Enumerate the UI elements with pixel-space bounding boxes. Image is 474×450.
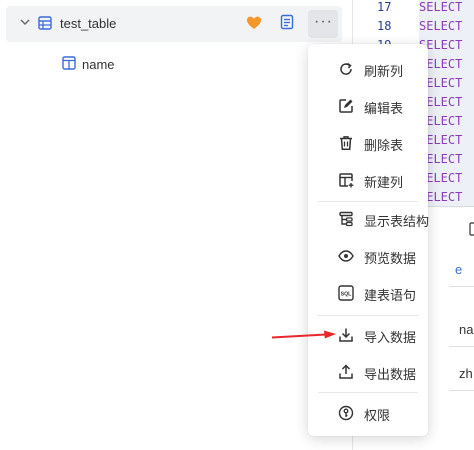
column-icon xyxy=(62,56,76,70)
menu-item-label: 权限 xyxy=(364,408,391,423)
menu-divider xyxy=(318,315,418,316)
table-icon xyxy=(38,16,52,30)
menu-item-preview-data[interactable]: 预览数据 xyxy=(308,239,428,273)
menu-item-label: 刷新列 xyxy=(364,64,404,79)
add-column-icon xyxy=(339,173,354,188)
document-icon[interactable] xyxy=(280,14,294,30)
edit-icon xyxy=(339,99,353,113)
table-tree-row[interactable]: test_table ··· xyxy=(6,6,342,42)
column-name: name xyxy=(82,57,115,72)
menu-divider xyxy=(318,392,418,393)
menu-item-label: 预览数据 xyxy=(364,251,417,266)
menu-item-new-column[interactable]: 新建列 xyxy=(308,163,428,197)
result-tab-fragment[interactable] xyxy=(469,222,474,239)
sql-icon: SQL xyxy=(338,285,354,301)
menu-item-refresh-columns[interactable]: 刷新列 xyxy=(308,52,428,86)
red-arrow-annotation xyxy=(271,330,336,339)
menu-item-label: 导入数据 xyxy=(364,330,417,345)
menu-item-permissions[interactable]: 权限 xyxy=(308,396,428,430)
refresh-icon xyxy=(340,62,352,75)
line-number: 18 xyxy=(377,19,392,33)
permission-icon xyxy=(338,405,354,421)
menu-item-label: 建表语句 xyxy=(364,288,417,303)
export-icon xyxy=(339,364,353,379)
context-menu: 刷新列 编辑表 删除表 新建列 显示表结构 预览数据 SQL 建表语句 导入数据… xyxy=(308,44,430,436)
svg-text:SQL: SQL xyxy=(341,292,352,298)
line-number: 17 xyxy=(377,0,392,14)
menu-item-delete-table[interactable]: 删除表 xyxy=(308,126,428,160)
menu-item-label: 新建列 xyxy=(364,175,404,190)
code-line: SELECT xyxy=(419,19,463,33)
result-header-fragment: na xyxy=(459,322,474,337)
result-divider xyxy=(449,286,474,287)
menu-item-edit-table[interactable]: 编辑表 xyxy=(308,89,428,123)
menu-item-label: 导出数据 xyxy=(364,367,417,382)
chevron-down-icon[interactable] xyxy=(20,18,30,26)
import-icon xyxy=(339,328,353,342)
table-name: test_table xyxy=(60,16,117,31)
eye-icon xyxy=(338,250,354,262)
code-line: SELECT xyxy=(419,0,463,14)
menu-item-show-structure[interactable]: 显示表结构 xyxy=(308,202,430,236)
tab-icon xyxy=(469,222,474,236)
result-tab-label-fragment[interactable]: e xyxy=(455,262,462,277)
more-options-button[interactable]: ··· xyxy=(308,10,338,38)
menu-item-create-statement[interactable]: SQL 建表语句 xyxy=(308,276,428,310)
favorite-heart-icon[interactable] xyxy=(246,15,262,31)
trash-icon xyxy=(340,136,352,150)
menu-item-label: 删除表 xyxy=(364,138,404,153)
result-row-divider xyxy=(449,346,474,347)
menu-item-label: 显示表结构 xyxy=(364,214,430,229)
structure-icon xyxy=(339,211,353,227)
result-cell-fragment: zh xyxy=(459,366,473,381)
more-icon: ··· xyxy=(314,13,333,30)
result-row-divider xyxy=(449,390,474,391)
menu-item-export-data[interactable]: 导出数据 xyxy=(308,355,428,389)
menu-item-label: 编辑表 xyxy=(364,101,404,116)
